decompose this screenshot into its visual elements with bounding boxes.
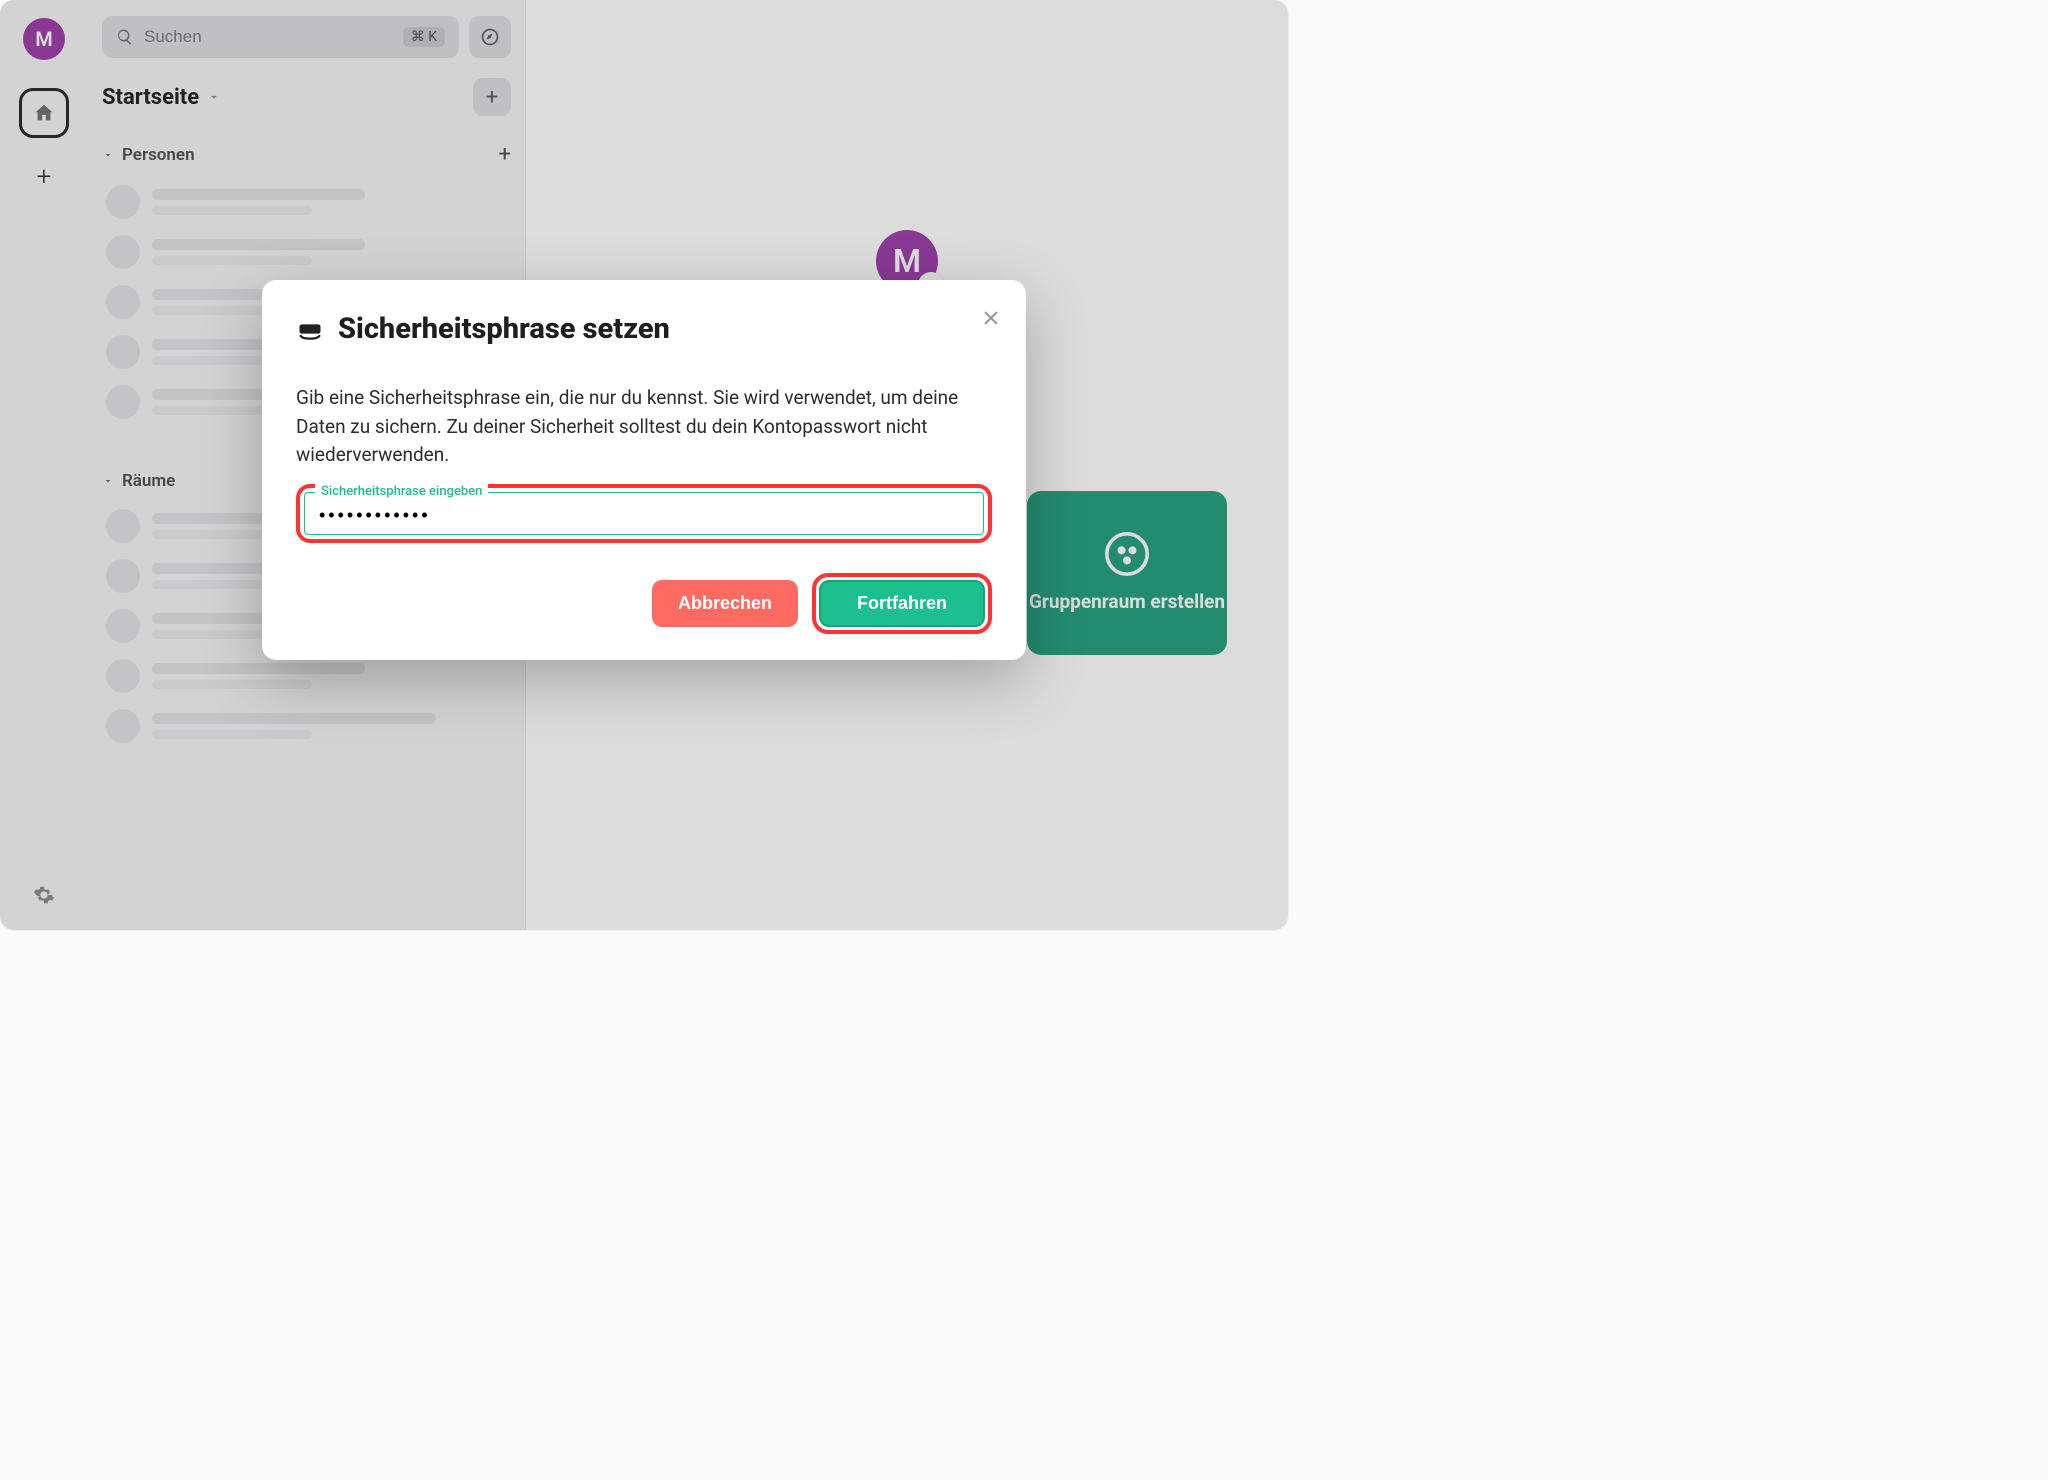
list-item	[102, 177, 511, 227]
add-space-button[interactable]: +	[37, 162, 52, 192]
passphrase-icon	[296, 315, 324, 343]
search-icon	[116, 28, 134, 46]
explore-button[interactable]	[469, 16, 511, 58]
chevron-down-icon	[102, 149, 114, 161]
space-title[interactable]: Startseite	[102, 85, 221, 110]
rooms-section-toggle[interactable]: Räume	[102, 471, 175, 491]
passphrase-field-wrap: Sicherheitsphrase eingeben	[304, 492, 984, 535]
people-section-toggle[interactable]: Personen	[102, 145, 195, 165]
create-group-card[interactable]: Gruppenraum erstellen	[1027, 491, 1227, 655]
passphrase-field-label: Sicherheitsphrase eingeben	[315, 484, 488, 499]
space-menu-button[interactable]: +	[473, 78, 511, 116]
home-space-button[interactable]	[19, 88, 69, 138]
list-item	[102, 701, 511, 751]
add-person-button[interactable]: +	[499, 142, 511, 167]
dialog-description: Gib eine Sicherheitsphrase ein, die nur …	[296, 384, 992, 470]
compass-icon	[480, 27, 500, 47]
search-input[interactable]	[144, 27, 393, 47]
continue-button[interactable]: Fortfahren	[819, 580, 985, 627]
user-avatar-small[interactable]: M	[23, 18, 65, 60]
cancel-button[interactable]: Abbrechen	[652, 580, 798, 627]
group-icon	[1105, 532, 1149, 576]
dialog-close-button[interactable]	[982, 308, 1000, 332]
highlight-continue-annotation: Fortfahren	[812, 573, 992, 634]
chevron-down-icon	[102, 475, 114, 487]
home-icon	[33, 102, 55, 124]
gear-icon	[33, 884, 55, 906]
chevron-down-icon	[207, 90, 221, 104]
close-icon	[982, 309, 1000, 327]
space-rail: M +	[0, 0, 88, 930]
list-item	[102, 227, 511, 277]
security-phrase-dialog: Sicherheitsphrase setzen Gib eine Sicher…	[262, 280, 1026, 660]
search-input-wrapper[interactable]: ⌘ K	[102, 16, 459, 58]
settings-button[interactable]	[33, 884, 55, 910]
dialog-title: Sicherheitsphrase setzen	[338, 312, 670, 346]
search-shortcut-hint: ⌘ K	[403, 27, 445, 47]
passphrase-input[interactable]	[319, 505, 969, 526]
highlight-input-annotation: Sicherheitsphrase eingeben	[296, 484, 992, 543]
